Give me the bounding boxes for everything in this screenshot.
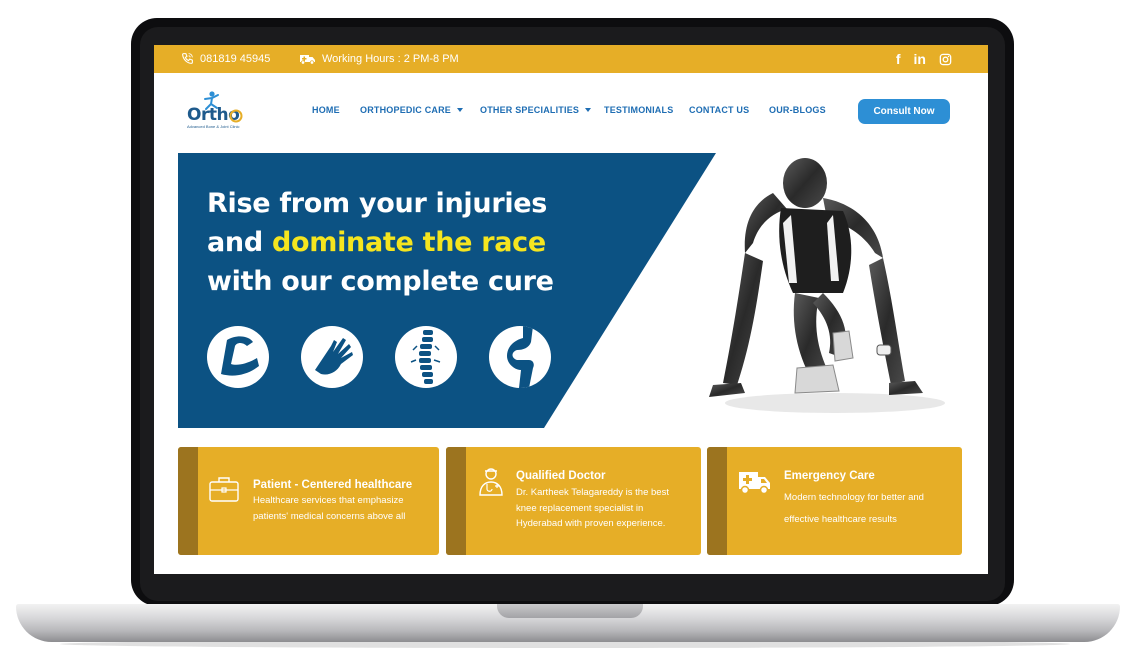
logo-360-ring <box>229 109 243 123</box>
hero-highlight: dominate the race <box>271 227 546 258</box>
nav-contact-us[interactable]: CONTACT US <box>689 105 749 115</box>
feature-card-qualified-doctor[interactable]: Qualified Doctor Dr. Kartheek Telagaredd… <box>446 447 701 555</box>
hero-line-2: and dominate the race <box>207 223 554 262</box>
sprinter-photo <box>709 158 945 413</box>
nav-orthopedic-care[interactable]: ORTHOPEDIC CARE <box>360 105 464 115</box>
phone-icon <box>181 52 194 65</box>
main-navbar: Ortho Advanced Bone & Joint Clinic HOME … <box>154 73 988 153</box>
feature-title: Qualified Doctor <box>516 470 606 482</box>
nav-our-blogs[interactable]: OUR-BLOGS <box>769 105 826 115</box>
feature-title: Patient - Centered healthcare <box>253 479 413 491</box>
nav-testimonials-label: TESTIMONIALS <box>604 105 674 115</box>
top-info-bar: 081819 45945 Working Hours : 2 PM-8 PM f… <box>154 45 988 73</box>
nav-contact-us-label: CONTACT US <box>689 105 750 115</box>
social-links: f in <box>896 51 952 67</box>
feature-card-emergency-care[interactable]: Emergency Care Modern technology for bet… <box>707 447 962 555</box>
logo-tagline: Advanced Bone & Joint Clinic <box>187 124 240 129</box>
laptop-notch <box>497 604 643 618</box>
doctor-icon <box>478 466 504 501</box>
facebook-icon[interactable]: f <box>896 51 901 67</box>
phone-contact[interactable]: 081819 45945 <box>181 52 270 65</box>
nav-testimonials[interactable]: TESTIMONIALS <box>604 105 673 115</box>
knee-joint-icon[interactable] <box>489 326 551 388</box>
linkedin-icon[interactable]: in <box>914 51 926 67</box>
briefcase-icon <box>208 475 240 508</box>
feature-title: Emergency Care <box>784 470 875 482</box>
hospital-van-icon <box>299 52 316 65</box>
card-accent-stripe <box>178 447 198 555</box>
nav-other-specialities[interactable]: OTHER SPECIALITIES <box>480 105 592 115</box>
nav-other-specialities-label: OTHER SPECIALITIES <box>480 105 580 115</box>
ambulance-icon <box>737 469 771 500</box>
working-hours-text: Working Hours : 2 PM-8 PM <box>322 52 459 65</box>
feature-description: Dr. Kartheek Telagareddy is the best kne… <box>516 487 669 529</box>
nav-orthopedic-care-label: ORTHOPEDIC CARE <box>360 105 452 115</box>
hero-banner: Rise from your injuries and dominate the… <box>178 153 962 428</box>
shoulder-icon[interactable] <box>207 326 269 388</box>
feature-description: Healthcare services that emphasize patie… <box>253 495 406 522</box>
nav-home[interactable]: HOME <box>312 105 340 115</box>
chevron-down-icon <box>585 108 592 112</box>
spine-icon[interactable] <box>395 326 457 388</box>
ortho-logo[interactable]: Ortho Advanced Bone & Joint Clinic <box>185 91 243 131</box>
phone-number: 081819 45945 <box>200 52 271 65</box>
website-screen: 081819 45945 Working Hours : 2 PM-8 PM f… <box>154 45 988 574</box>
hero-headline: Rise from your injuries and dominate the… <box>207 184 554 301</box>
specialty-icons <box>207 326 551 388</box>
feature-cards: Patient - Centered healthcare Healthcare… <box>178 447 962 555</box>
nav-home-label: HOME <box>312 105 340 115</box>
consult-now-button[interactable]: Consult Now <box>858 99 950 124</box>
card-accent-stripe <box>707 447 727 555</box>
nav-our-blogs-label: OUR-BLOGS <box>769 105 826 115</box>
feature-description: Modern technology for better and effecti… <box>784 492 924 525</box>
working-hours: Working Hours : 2 PM-8 PM <box>299 52 459 65</box>
instagram-icon[interactable] <box>939 53 952 66</box>
hand-icon[interactable] <box>301 326 363 388</box>
card-accent-stripe <box>446 447 466 555</box>
hero-line-2-start: and <box>207 227 272 258</box>
hero-line-1: Rise from your injuries <box>207 188 548 219</box>
feature-card-patient-centered[interactable]: Patient - Centered healthcare Healthcare… <box>178 447 439 555</box>
hero-line-3: with our complete cure <box>207 266 554 297</box>
chevron-down-icon <box>457 108 464 112</box>
